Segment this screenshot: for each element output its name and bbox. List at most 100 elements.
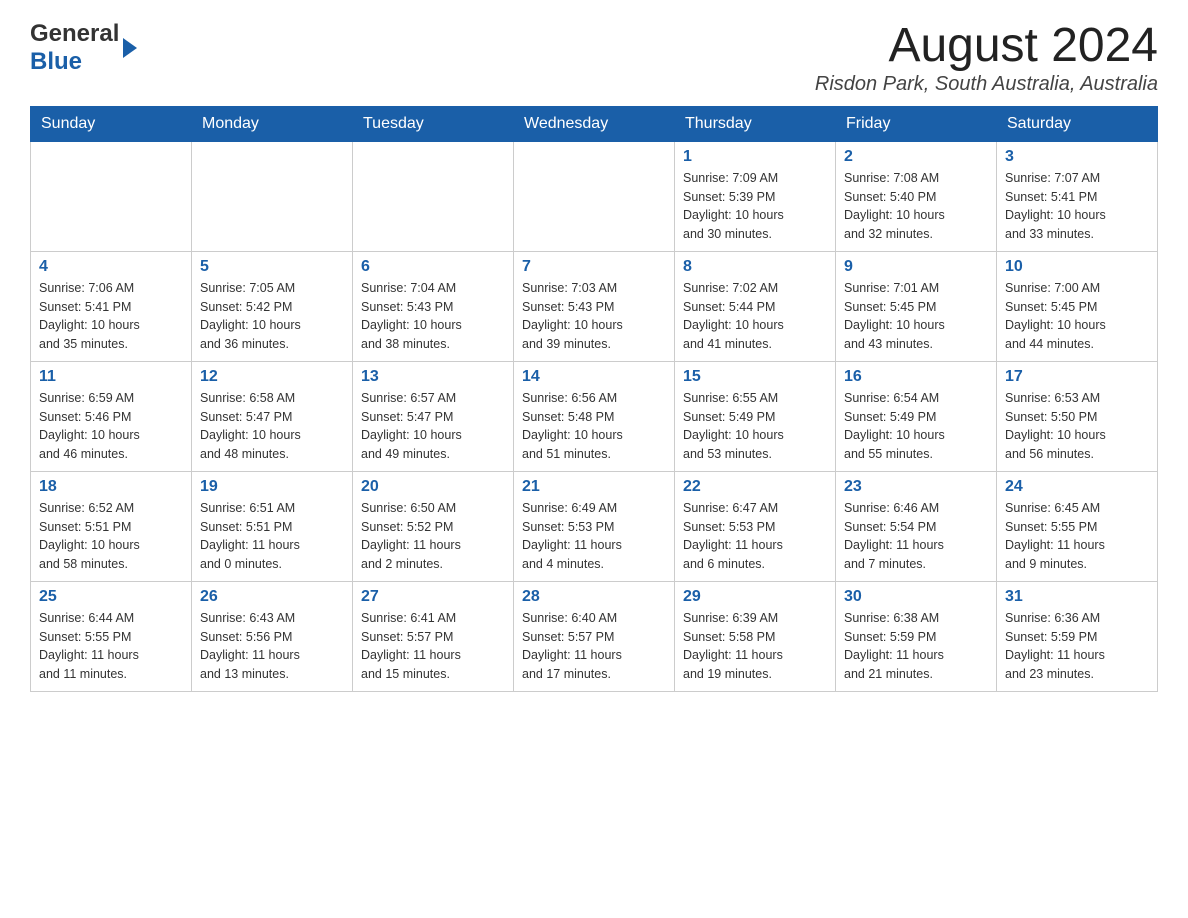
day-info: Sunrise: 6:39 AM Sunset: 5:58 PM Dayligh…: [683, 609, 827, 684]
calendar-cell: 14 Sunrise: 6:56 AM Sunset: 5:48 PM Dayli…: [514, 361, 675, 471]
day-number: 8: [683, 258, 827, 276]
logo: General Blue: [30, 20, 137, 75]
calendar-cell: 2 Sunrise: 7:08 AM Sunset: 5:40 PM Daylig…: [836, 141, 997, 251]
day-number: 14: [522, 368, 666, 386]
month-year-title: August 2024: [815, 20, 1158, 73]
day-number: 6: [361, 258, 505, 276]
day-info: Sunrise: 7:02 AM Sunset: 5:44 PM Dayligh…: [683, 279, 827, 354]
calendar-cell: 4 Sunrise: 7:06 AM Sunset: 5:41 PM Daylig…: [31, 251, 192, 361]
calendar-cell: 30 Sunrise: 6:38 AM Sunset: 5:59 PM Dayli…: [836, 581, 997, 691]
calendar-cell: 13 Sunrise: 6:57 AM Sunset: 5:47 PM Dayli…: [353, 361, 514, 471]
day-info: Sunrise: 6:56 AM Sunset: 5:48 PM Dayligh…: [522, 389, 666, 464]
calendar-cell: 31Sunrise: 6:36 AM Sunset: 5:59 PM Dayli…: [997, 581, 1158, 691]
week-row-5: 25Sunrise: 6:44 AM Sunset: 5:55 PM Dayli…: [31, 581, 1158, 691]
logo-general: General: [30, 20, 119, 48]
day-info: Sunrise: 6:55 AM Sunset: 5:49 PM Dayligh…: [683, 389, 827, 464]
calendar-cell: 1 Sunrise: 7:09 AM Sunset: 5:39 PM Daylig…: [675, 141, 836, 251]
calendar-header-row: SundayMondayTuesdayWednesdayThursdayFrid…: [31, 106, 1158, 141]
weekday-header-thursday: Thursday: [675, 106, 836, 141]
day-info: Sunrise: 6:36 AM Sunset: 5:59 PM Dayligh…: [1005, 609, 1149, 684]
logo-arrow-icon: [123, 38, 137, 58]
calendar-cell: 12 Sunrise: 6:58 AM Sunset: 5:47 PM Dayli…: [192, 361, 353, 471]
day-number: 2: [844, 148, 988, 166]
page-header: General Blue August 2024 Risdon Park, So…: [30, 20, 1158, 96]
day-info: Sunrise: 6:43 AM Sunset: 5:56 PM Dayligh…: [200, 609, 344, 684]
day-info: Sunrise: 6:40 AM Sunset: 5:57 PM Dayligh…: [522, 609, 666, 684]
day-number: 7: [522, 258, 666, 276]
day-info: Sunrise: 7:03 AM Sunset: 5:43 PM Dayligh…: [522, 279, 666, 354]
day-info: Sunrise: 7:08 AM Sunset: 5:40 PM Dayligh…: [844, 169, 988, 244]
calendar-cell: 5Sunrise: 7:05 AM Sunset: 5:42 PM Daylig…: [192, 251, 353, 361]
day-info: Sunrise: 6:47 AM Sunset: 5:53 PM Dayligh…: [683, 499, 827, 574]
day-info: Sunrise: 7:07 AM Sunset: 5:41 PM Dayligh…: [1005, 169, 1149, 244]
day-info: Sunrise: 6:41 AM Sunset: 5:57 PM Dayligh…: [361, 609, 505, 684]
day-number: 28: [522, 588, 666, 606]
calendar-table: SundayMondayTuesdayWednesdayThursdayFrid…: [30, 106, 1158, 692]
calendar-cell: 7 Sunrise: 7:03 AM Sunset: 5:43 PM Daylig…: [514, 251, 675, 361]
weekday-header-wednesday: Wednesday: [514, 106, 675, 141]
day-number: 13: [361, 368, 505, 386]
day-info: Sunrise: 7:06 AM Sunset: 5:41 PM Dayligh…: [39, 279, 183, 354]
day-info: Sunrise: 6:57 AM Sunset: 5:47 PM Dayligh…: [361, 389, 505, 464]
calendar-cell: [353, 141, 514, 251]
day-info: Sunrise: 7:04 AM Sunset: 5:43 PM Dayligh…: [361, 279, 505, 354]
day-info: Sunrise: 6:46 AM Sunset: 5:54 PM Dayligh…: [844, 499, 988, 574]
day-info: Sunrise: 6:54 AM Sunset: 5:49 PM Dayligh…: [844, 389, 988, 464]
week-row-4: 18 Sunrise: 6:52 AM Sunset: 5:51 PM Dayli…: [31, 471, 1158, 581]
calendar-cell: 8 Sunrise: 7:02 AM Sunset: 5:44 PM Daylig…: [675, 251, 836, 361]
calendar-cell: 22 Sunrise: 6:47 AM Sunset: 5:53 PM Dayli…: [675, 471, 836, 581]
day-number: 29: [683, 588, 827, 606]
week-row-2: 4 Sunrise: 7:06 AM Sunset: 5:41 PM Daylig…: [31, 251, 1158, 361]
day-info: Sunrise: 6:58 AM Sunset: 5:47 PM Dayligh…: [200, 389, 344, 464]
day-number: 4: [39, 258, 183, 276]
calendar-cell: 29 Sunrise: 6:39 AM Sunset: 5:58 PM Dayli…: [675, 581, 836, 691]
week-row-1: 1 Sunrise: 7:09 AM Sunset: 5:39 PM Daylig…: [31, 141, 1158, 251]
weekday-header-saturday: Saturday: [997, 106, 1158, 141]
day-number: 12: [200, 368, 344, 386]
weekday-header-friday: Friday: [836, 106, 997, 141]
calendar-cell: 18 Sunrise: 6:52 AM Sunset: 5:51 PM Dayli…: [31, 471, 192, 581]
day-info: Sunrise: 6:52 AM Sunset: 5:51 PM Dayligh…: [39, 499, 183, 574]
calendar-cell: 17Sunrise: 6:53 AM Sunset: 5:50 PM Dayli…: [997, 361, 1158, 471]
day-number: 16: [844, 368, 988, 386]
calendar-cell: 28 Sunrise: 6:40 AM Sunset: 5:57 PM Dayli…: [514, 581, 675, 691]
day-number: 22: [683, 478, 827, 496]
day-number: 20: [361, 478, 505, 496]
calendar-cell: 27 Sunrise: 6:41 AM Sunset: 5:57 PM Dayli…: [353, 581, 514, 691]
day-number: 21: [522, 478, 666, 496]
day-number: 18: [39, 478, 183, 496]
day-info: Sunrise: 6:38 AM Sunset: 5:59 PM Dayligh…: [844, 609, 988, 684]
day-number: 19: [200, 478, 344, 496]
calendar-cell: 9 Sunrise: 7:01 AM Sunset: 5:45 PM Daylig…: [836, 251, 997, 361]
day-number: 1: [683, 148, 827, 166]
day-info: Sunrise: 6:59 AM Sunset: 5:46 PM Dayligh…: [39, 389, 183, 464]
day-info: Sunrise: 6:49 AM Sunset: 5:53 PM Dayligh…: [522, 499, 666, 574]
week-row-3: 11 Sunrise: 6:59 AM Sunset: 5:46 PM Dayli…: [31, 361, 1158, 471]
calendar-cell: 25Sunrise: 6:44 AM Sunset: 5:55 PM Dayli…: [31, 581, 192, 691]
calendar-cell: [514, 141, 675, 251]
logo-blue: Blue: [30, 48, 119, 76]
day-info: Sunrise: 7:09 AM Sunset: 5:39 PM Dayligh…: [683, 169, 827, 244]
calendar-cell: 24Sunrise: 6:45 AM Sunset: 5:55 PM Dayli…: [997, 471, 1158, 581]
calendar-cell: 20 Sunrise: 6:50 AM Sunset: 5:52 PM Dayli…: [353, 471, 514, 581]
day-number: 5: [200, 258, 344, 276]
location-subtitle: Risdon Park, South Australia, Australia: [815, 73, 1158, 96]
day-number: 24: [1005, 478, 1149, 496]
day-number: 27: [361, 588, 505, 606]
day-info: Sunrise: 6:53 AM Sunset: 5:50 PM Dayligh…: [1005, 389, 1149, 464]
calendar-cell: 15Sunrise: 6:55 AM Sunset: 5:49 PM Dayli…: [675, 361, 836, 471]
day-info: Sunrise: 6:51 AM Sunset: 5:51 PM Dayligh…: [200, 499, 344, 574]
calendar-cell: 23Sunrise: 6:46 AM Sunset: 5:54 PM Dayli…: [836, 471, 997, 581]
day-number: 9: [844, 258, 988, 276]
calendar-cell: [192, 141, 353, 251]
day-number: 30: [844, 588, 988, 606]
weekday-header-monday: Monday: [192, 106, 353, 141]
day-info: Sunrise: 6:50 AM Sunset: 5:52 PM Dayligh…: [361, 499, 505, 574]
day-number: 10: [1005, 258, 1149, 276]
weekday-header-sunday: Sunday: [31, 106, 192, 141]
day-info: Sunrise: 7:01 AM Sunset: 5:45 PM Dayligh…: [844, 279, 988, 354]
weekday-header-tuesday: Tuesday: [353, 106, 514, 141]
calendar-cell: [31, 141, 192, 251]
calendar-cell: 26Sunrise: 6:43 AM Sunset: 5:56 PM Dayli…: [192, 581, 353, 691]
day-number: 11: [39, 368, 183, 386]
